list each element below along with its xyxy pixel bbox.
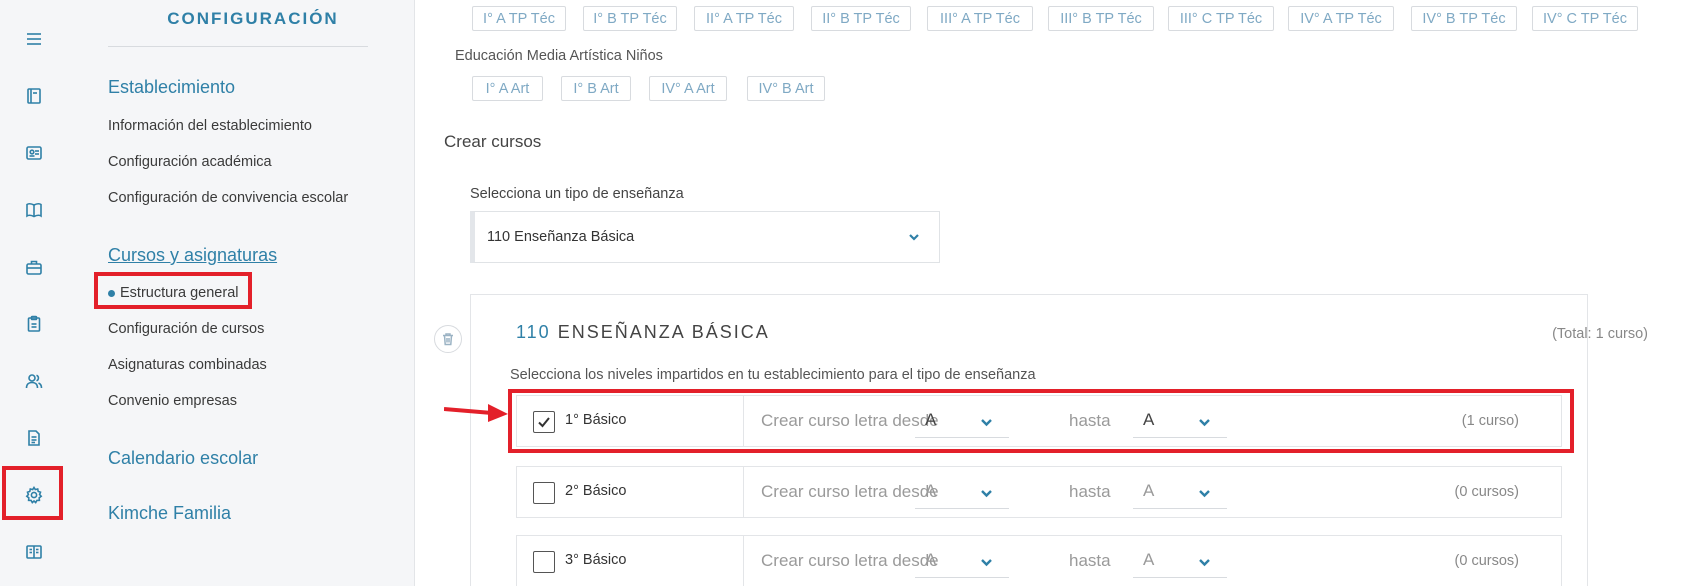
card-title: 110 ENSEÑANZA BÁSICA <box>516 322 770 343</box>
chevron-down-icon <box>1199 559 1210 567</box>
course-chip[interactable]: II° A TP Téc <box>694 6 794 31</box>
course-chip[interactable]: IV° A TP Téc <box>1288 6 1394 31</box>
course-count: (0 cursos) <box>1454 553 1519 569</box>
letra-desde-select[interactable]: A <box>915 548 1009 578</box>
nav-item-asignaturas-combinadas[interactable]: Asignaturas combinadas <box>108 357 267 373</box>
course-chip[interactable]: II° B TP Téc <box>811 6 911 31</box>
trash-icon[interactable] <box>434 325 462 353</box>
nav-item-convivencia[interactable]: Configuración de convivencia escolar <box>108 190 348 206</box>
gear-highlight-box <box>2 466 63 520</box>
level-checkbox[interactable] <box>533 482 555 504</box>
id-card-icon[interactable] <box>20 139 48 167</box>
nav-item-informacion[interactable]: Información del establecimiento <box>108 118 312 134</box>
course-chip[interactable]: IV° C TP Téc <box>1532 6 1638 31</box>
nav-divider <box>108 46 368 47</box>
crear-cursos-title: Crear cursos <box>444 132 542 151</box>
letra-hasta-select[interactable]: A <box>1133 479 1227 509</box>
card-code: 110 <box>516 322 551 342</box>
level-label: 2° Básico <box>565 483 627 499</box>
row-divider <box>743 467 744 517</box>
estructura-highlight-box <box>94 272 252 309</box>
hasta-label: hasta <box>1069 482 1111 501</box>
config-nav: CONFIGURACIÓN Establecimiento Informació… <box>70 0 415 586</box>
course-chip[interactable]: I° B Art <box>561 76 631 101</box>
document-icon[interactable] <box>20 424 48 452</box>
menu-icon[interactable] <box>20 25 48 53</box>
course-chip[interactable]: III° C TP Téc <box>1168 6 1274 31</box>
nav-item-convenio-empresas[interactable]: Convenio empresas <box>108 393 237 409</box>
main-content: I° A TP Téc I° B TP Téc II° A TP Téc II°… <box>416 0 1708 586</box>
course-chip[interactable]: III° B TP Téc <box>1048 6 1154 31</box>
letra-hasta-select[interactable]: A <box>1133 548 1227 578</box>
course-chip[interactable]: IV° B TP Téc <box>1411 6 1517 31</box>
art-group-label: Educación Media Artística Niños <box>455 48 663 64</box>
card-name: ENSEÑANZA BÁSICA <box>557 322 770 342</box>
course-chip[interactable]: I° A TP Téc <box>472 6 566 31</box>
row-divider <box>743 536 744 586</box>
card-description: Selecciona los niveles impartidos en tu … <box>510 367 1036 383</box>
course-chip[interactable]: IV° A Art <box>649 76 727 101</box>
course-chip[interactable]: I° A Art <box>472 76 543 101</box>
tipo-ensenanza-select[interactable]: 110 Enseñanza Básica <box>470 211 940 263</box>
course-chip[interactable]: I° B TP Téc <box>583 6 677 31</box>
letra-desde-value: A <box>925 481 937 500</box>
course-chip[interactable]: IV° B Art <box>747 76 825 101</box>
briefcase-icon[interactable] <box>20 253 48 281</box>
reader-icon[interactable] <box>20 538 48 566</box>
card-total: (Total: 1 curso) <box>1552 326 1648 342</box>
tipo-ensenanza-label: Selecciona un tipo de enseñanza <box>470 186 684 202</box>
section-kimche-familia[interactable]: Kimche Familia <box>108 503 231 524</box>
select-value: 110 Enseñanza Básica <box>487 229 635 245</box>
section-cursos-asignaturas[interactable]: Cursos y asignaturas <box>108 245 277 266</box>
level-row-3-basico: 3° Básico Crear curso letra desde A hast… <box>516 535 1562 586</box>
letra-hasta-value: A <box>1143 550 1155 569</box>
open-book-icon[interactable] <box>20 196 48 224</box>
course-count: (0 cursos) <box>1454 484 1519 500</box>
clipboard-icon[interactable] <box>20 310 48 338</box>
desde-label: Crear curso letra desde <box>761 482 939 501</box>
section-establecimiento[interactable]: Establecimiento <box>108 77 235 98</box>
section-calendario-escolar[interactable]: Calendario escolar <box>108 448 258 469</box>
row-highlight-box <box>508 389 1574 453</box>
chevron-down-icon <box>981 559 992 567</box>
app: CONFIGURACIÓN Establecimiento Informació… <box>0 0 1708 586</box>
hasta-label: hasta <box>1069 551 1111 570</box>
arrow-pointer-icon <box>444 404 508 422</box>
desde-label: Crear curso letra desde <box>761 551 939 570</box>
chevron-down-icon <box>909 234 919 241</box>
course-chip[interactable]: III° A TP Téc <box>927 6 1033 31</box>
nav-title: CONFIGURACIÓN <box>167 9 339 28</box>
nav-item-config-cursos[interactable]: Configuración de cursos <box>108 321 264 337</box>
letra-desde-select[interactable]: A <box>915 479 1009 509</box>
book-icon[interactable] <box>20 82 48 110</box>
letra-desde-value: A <box>925 550 937 569</box>
letra-hasta-value: A <box>1143 481 1155 500</box>
chevron-down-icon <box>981 490 992 498</box>
level-checkbox[interactable] <box>533 551 555 573</box>
level-row-2-basico: 2° Básico Crear curso letra desde A hast… <box>516 466 1562 518</box>
level-label: 3° Básico <box>565 552 627 568</box>
chevron-down-icon <box>1199 490 1210 498</box>
users-icon[interactable] <box>20 367 48 395</box>
nav-item-config-academica[interactable]: Configuración académica <box>108 154 272 170</box>
